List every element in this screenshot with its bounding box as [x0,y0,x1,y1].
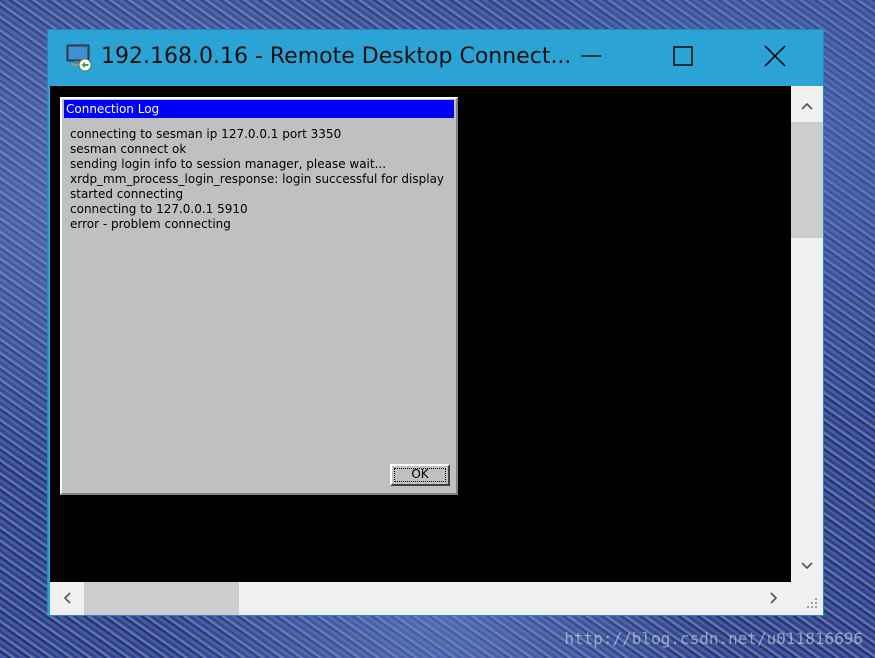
remote-desktop-window[interactable]: 192.168.0.16 - Remote Desktop Connect...… [47,29,824,616]
chevron-right-icon [770,589,778,608]
scroll-up-button[interactable] [791,86,823,122]
scroll-down-button[interactable] [791,546,823,582]
ok-button[interactable]: OK [390,464,450,486]
resize-grip-icon [807,598,817,608]
window-title: 192.168.0.16 - Remote Desktop Connect... [101,44,572,69]
log-line: error - problem connecting [70,217,231,231]
log-line: sending login info to session manager, p… [70,157,387,171]
horizontal-scrollbar[interactable] [50,582,791,615]
chevron-left-icon [63,589,71,608]
maximize-icon [673,46,693,70]
ok-button-label: OK [411,467,429,481]
remote-screen[interactable]: Connection Log connecting to sesman ip 1… [50,86,791,582]
vertical-scroll-thumb[interactable] [791,122,823,238]
chevron-down-icon [801,555,813,574]
log-line: sesman connect ok [70,142,187,156]
connection-log: connecting to sesman ip 127.0.0.1 port 3… [70,127,456,232]
log-line: xrdp_mm_process_login_response: login su… [70,172,445,186]
close-button[interactable] [752,30,798,86]
maximize-button[interactable] [660,30,706,86]
vertical-scrollbar[interactable] [791,86,823,582]
close-icon [764,45,786,71]
minimize-icon [581,46,601,70]
chevron-up-icon [801,95,813,114]
scroll-left-button[interactable] [50,582,84,615]
scroll-right-button[interactable] [757,582,791,615]
remote-desktop-icon[interactable] [64,42,94,72]
title-bar[interactable]: 192.168.0.16 - Remote Desktop Connect... [48,30,823,86]
horizontal-scroll-thumb[interactable] [84,582,239,615]
log-line: connecting to sesman ip 127.0.0.1 port 3… [70,127,342,141]
log-line: connecting to 127.0.0.1 5910 [70,202,248,216]
resize-grip[interactable] [791,582,823,615]
window-content: Connection Log connecting to sesman ip 1… [50,86,823,615]
minimize-button[interactable] [568,30,614,86]
dialog-title: Connection Log [64,100,454,118]
connection-log-dialog: Connection Log connecting to sesman ip 1… [60,97,458,495]
watermark-text: http://blog.csdn.net/u011816696 [564,629,863,648]
log-line: started connecting [70,187,184,201]
